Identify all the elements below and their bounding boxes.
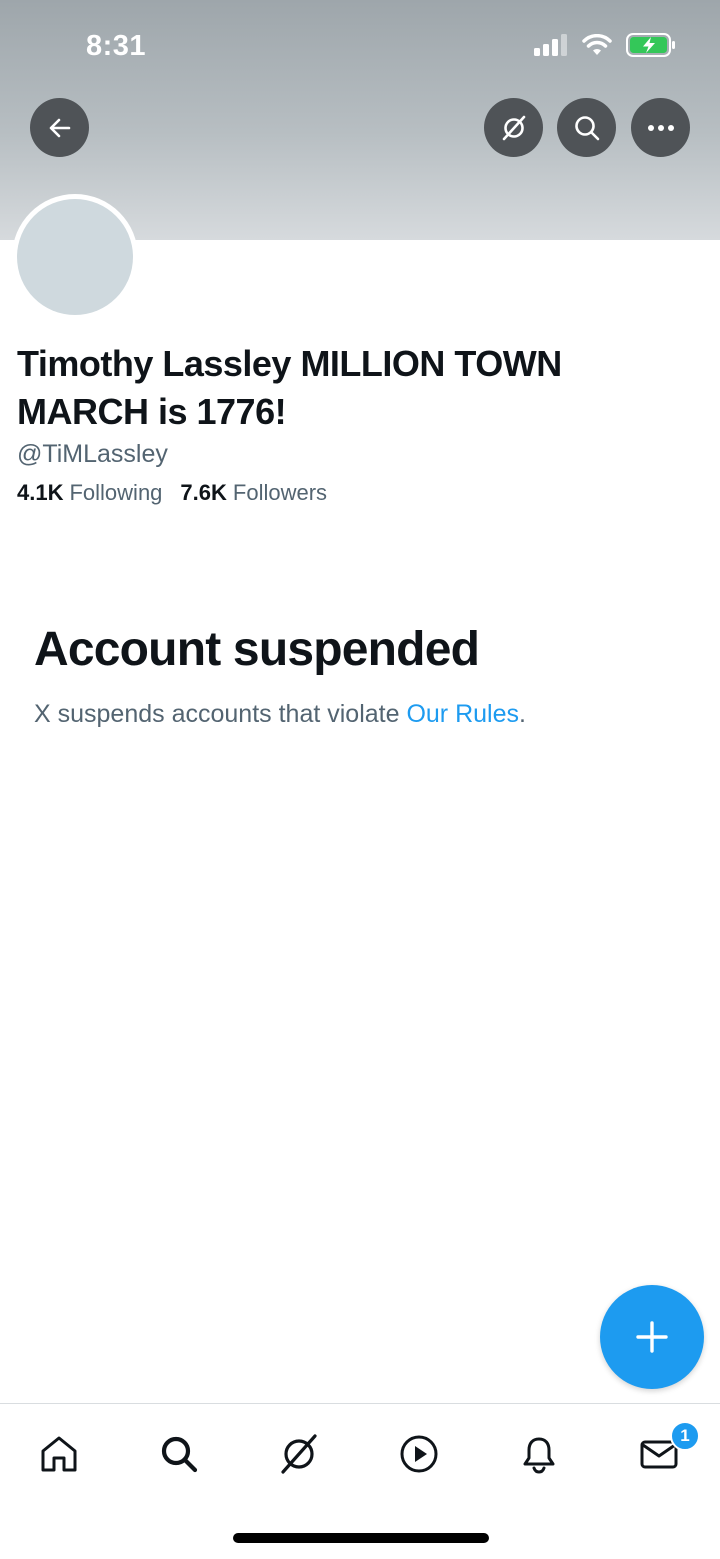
avatar-placeholder xyxy=(17,199,133,315)
signal-icon xyxy=(534,34,567,56)
more-options-button[interactable] xyxy=(631,98,690,157)
our-rules-link[interactable]: Our Rules xyxy=(406,700,519,728)
follow-counts: 4.1K Following 7.6K Followers xyxy=(17,480,327,506)
nav-home[interactable] xyxy=(31,1426,87,1482)
display-name: Timothy Lassley MILLION TOWN MARCH is 17… xyxy=(17,343,562,432)
followers-label: Followers xyxy=(232,480,328,505)
home-indicator[interactable] xyxy=(233,1533,489,1543)
search-icon xyxy=(574,115,599,140)
back-arrow-icon xyxy=(49,118,70,137)
avatar[interactable] xyxy=(12,194,138,320)
user-handle: @TiMLassley xyxy=(17,440,168,468)
plus-icon xyxy=(636,1321,668,1353)
followers-count: 7.6K xyxy=(180,480,227,505)
search-icon xyxy=(161,1436,198,1473)
suspension-message-end: . xyxy=(519,700,526,728)
battery-charging-icon xyxy=(626,33,675,57)
search-button[interactable] xyxy=(557,98,616,157)
home-icon xyxy=(41,1436,77,1472)
nav-grok[interactable] xyxy=(271,1426,327,1482)
suspension-message-text: X suspends accounts that violate xyxy=(34,700,407,728)
suspension-message: X suspends accounts that violate Our Rul… xyxy=(34,700,526,729)
nav-search[interactable] xyxy=(151,1426,207,1482)
suspension-title: Account suspended xyxy=(34,623,480,676)
bell-icon xyxy=(523,1437,555,1474)
grok-button[interactable] xyxy=(484,98,543,157)
status-time: 8:31 xyxy=(86,30,147,62)
messages-badge: 1 xyxy=(670,1421,700,1451)
grok-icon xyxy=(502,115,525,140)
video-play-icon xyxy=(400,1435,438,1473)
following-label: Following xyxy=(69,480,163,505)
nav-video[interactable] xyxy=(391,1426,447,1482)
back-button[interactable] xyxy=(30,98,89,157)
following-link[interactable]: 4.1K Following xyxy=(17,480,162,506)
followers-link[interactable]: 7.6K Followers xyxy=(180,480,327,506)
following-count: 4.1K xyxy=(17,480,64,505)
wifi-icon xyxy=(582,34,612,55)
status-icons xyxy=(534,33,676,57)
more-icon xyxy=(647,124,674,131)
grok-icon xyxy=(281,1434,317,1474)
nav-notifications[interactable] xyxy=(511,1426,567,1482)
compose-post-button[interactable] xyxy=(600,1285,704,1389)
